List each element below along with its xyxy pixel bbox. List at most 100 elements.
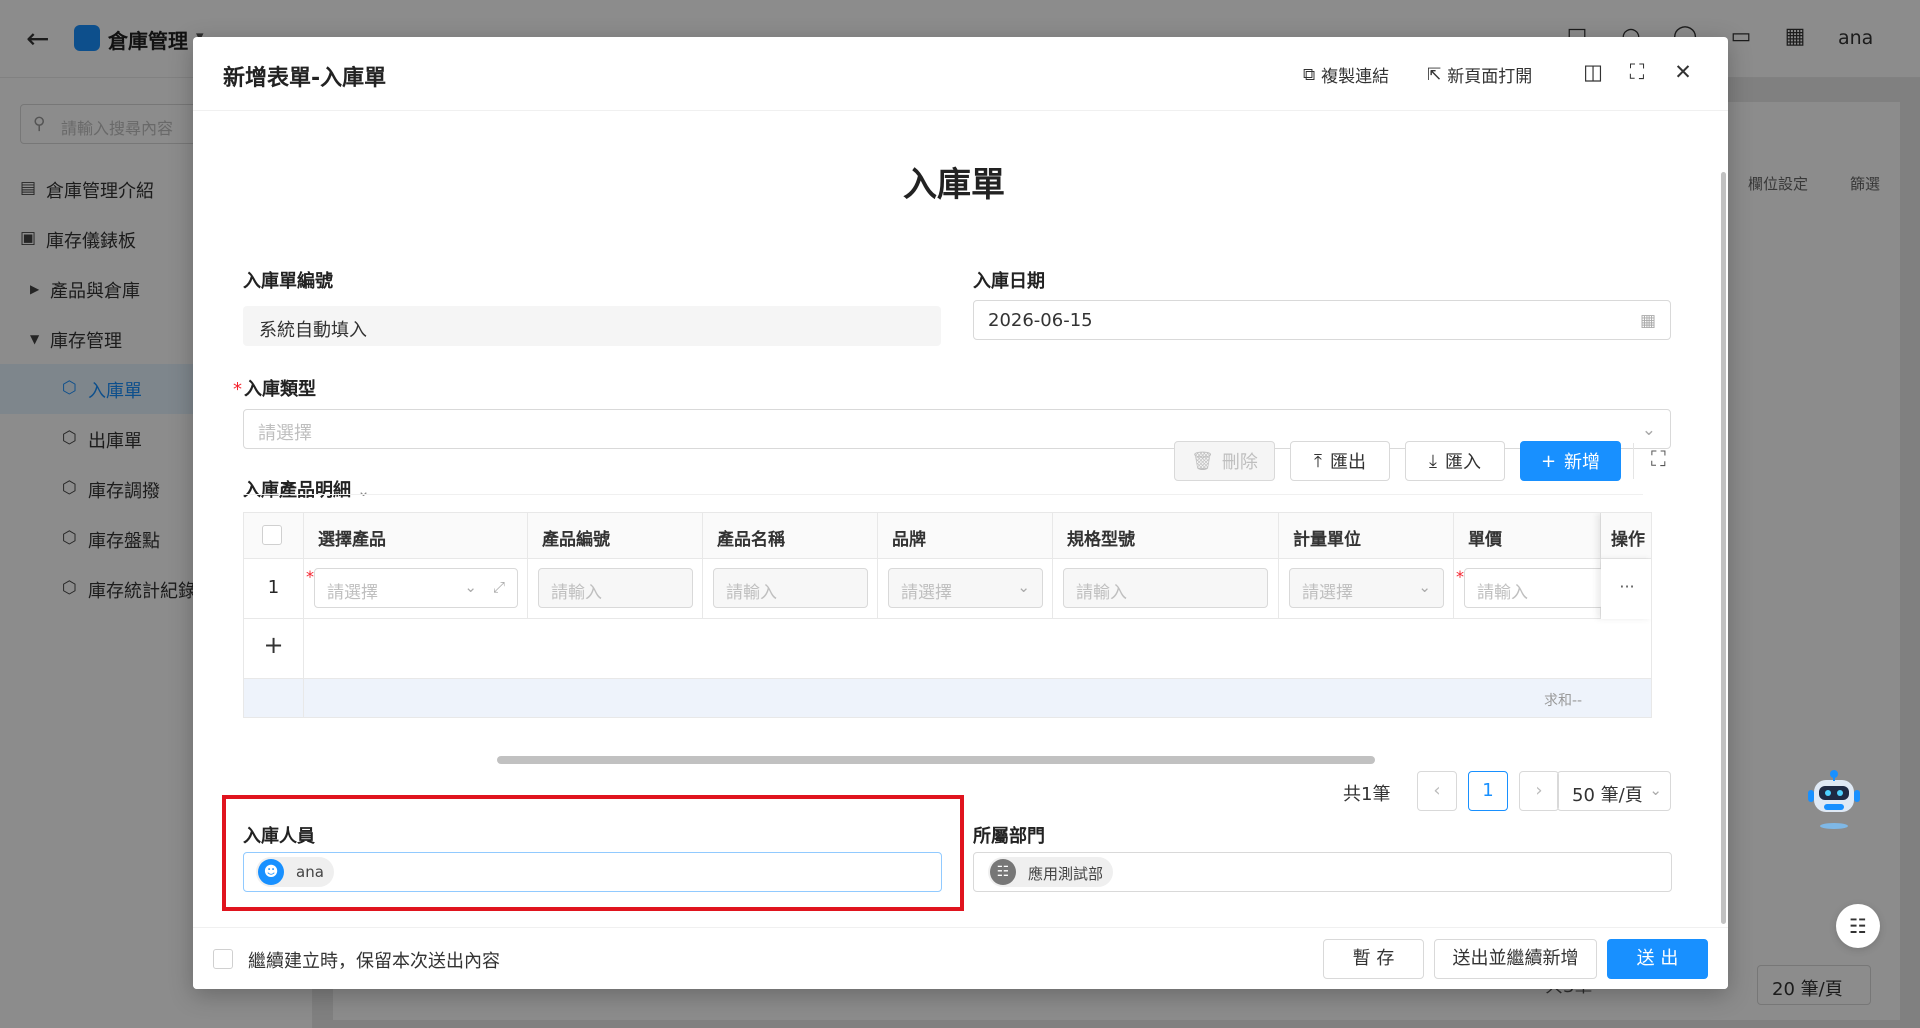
submit-button[interactable]: 送 出 xyxy=(1607,939,1708,979)
chevron-down-icon: ⌄ xyxy=(1641,420,1656,440)
modal-footer: 繼續建立時，保留本次送出內容 暫 存 送出並繼續新增 送 出 xyxy=(193,927,1728,989)
receipt-number-label: 入庫單編號 xyxy=(243,271,333,292)
delete-label: 刪除 xyxy=(1221,452,1258,473)
cell-price: * 請輸入 xyxy=(1454,559,1604,619)
col-spec: 規格型號 xyxy=(1053,513,1279,559)
unit-placeholder: 請選擇 xyxy=(1302,583,1353,603)
side-panel-icon[interactable]: ◫ xyxy=(1581,60,1605,84)
upload-icon: ⤒ xyxy=(1314,450,1322,472)
department-picker[interactable]: ☷ 應用測試部 xyxy=(973,852,1672,892)
row-index: 1 xyxy=(244,559,304,619)
create-form-modal: 新增表單-入庫單 ⧉ 複製連結 ⇱ 新頁面打開 ◫ ⛶ ✕ 入庫單 入庫單編號 … xyxy=(193,37,1728,989)
select-all-checkbox[interactable] xyxy=(262,525,282,545)
col-brand: 品牌 xyxy=(878,513,1053,559)
modal-title: 新增表單-入庫單 xyxy=(223,66,387,91)
form-title: 入庫單 xyxy=(903,165,1005,205)
department-tag: ☷ 應用測試部 xyxy=(988,857,1114,887)
org-chart-icon: ☷ xyxy=(990,859,1016,885)
col-select-product: 選擇產品 xyxy=(304,513,528,559)
col-unit: 計量單位 xyxy=(1279,513,1454,559)
chevron-down-icon: ⌄ xyxy=(1017,578,1030,596)
cell-name: 請輸入 xyxy=(703,559,878,619)
delete-button[interactable]: 🗑 刪除 xyxy=(1174,441,1275,481)
table-row: 1 * 請選擇 ⌄ ⤢ 請輸入 請輸入 請選擇 ⌄ 請輸入 請選擇 ⌄ * 請輸… xyxy=(244,559,1651,619)
expand-icon[interactable]: ⤢ xyxy=(493,578,505,596)
spec-input[interactable]: 請輸入 xyxy=(1063,568,1268,608)
page-size-select[interactable]: 50 筆/頁 ⌄ xyxy=(1557,771,1671,811)
modal-vertical-scrollbar[interactable] xyxy=(1721,172,1726,924)
product-placeholder: 請選擇 xyxy=(327,583,378,603)
plus-icon: + xyxy=(1540,450,1557,472)
receipt-type-placeholder: 請選擇 xyxy=(258,423,312,444)
product-code-input[interactable]: 請輸入 xyxy=(538,568,693,608)
prev-page-button[interactable]: ‹ xyxy=(1417,771,1457,811)
external-link-icon: ⇱ xyxy=(1427,64,1442,85)
submit-continue-button[interactable]: 送出並繼續新增 xyxy=(1434,939,1597,979)
cell-brand: 請選擇 ⌄ xyxy=(878,559,1053,619)
brand-select[interactable]: 請選擇 ⌄ xyxy=(888,568,1043,608)
col-product-name: 產品名稱 xyxy=(703,513,878,559)
sum-label: 求和-- xyxy=(1544,693,1583,709)
required-mark: * xyxy=(306,567,314,586)
help-doc-icon[interactable]: ☷ xyxy=(1836,904,1880,948)
keep-content-checkbox[interactable] xyxy=(213,949,233,969)
assistant-robot-icon[interactable] xyxy=(1806,766,1862,830)
detail-section-toggle[interactable]: 入庫產品明細 ⌄ xyxy=(243,476,370,502)
department-name: 應用測試部 xyxy=(1028,865,1104,883)
receipt-date-label: 入庫日期 xyxy=(973,271,1045,292)
import-label: 匯入 xyxy=(1444,452,1481,473)
receipt-number-field: 系統自動填入 xyxy=(243,306,941,346)
pager-total: 共1筆 xyxy=(1343,784,1391,805)
inline-add-row-button[interactable]: + xyxy=(244,619,304,679)
keep-content-label: 繼續建立時，保留本次送出內容 xyxy=(248,951,500,972)
cell-code: 請輸入 xyxy=(528,559,703,619)
department-label: 所屬部門 xyxy=(973,826,1045,847)
add-row-line: + xyxy=(244,619,1651,679)
open-new-page-button[interactable]: ⇱ 新頁面打開 xyxy=(1427,62,1533,88)
add-row-button[interactable]: + 新增 xyxy=(1520,441,1621,481)
open-new-page-label: 新頁面打開 xyxy=(1447,67,1533,87)
table-fullscreen-icon[interactable]: ⛶ xyxy=(1651,447,1666,472)
fullscreen-icon[interactable]: ⛶ xyxy=(1625,60,1649,85)
page-number-button[interactable]: 1 xyxy=(1468,771,1508,811)
chevron-down-icon: ⌄ xyxy=(1418,578,1431,596)
unit-select[interactable]: 請選擇 ⌄ xyxy=(1289,568,1444,608)
detail-section-title: 入庫產品明細 xyxy=(243,480,351,501)
trash-icon: 🗑 xyxy=(1191,450,1214,472)
detail-table: 選擇產品 產品編號 產品名稱 品牌 規格型號 計量單位 單價 操作 1 * 請選… xyxy=(243,512,1652,718)
price-input[interactable]: 請輸入 xyxy=(1464,568,1604,608)
summary-row: 求和-- xyxy=(244,679,1651,717)
export-button[interactable]: ⤒ 匯出 xyxy=(1290,441,1390,481)
brand-placeholder: 請選擇 xyxy=(901,583,952,603)
close-icon[interactable]: ✕ xyxy=(1671,60,1695,84)
page-size-value: 50 筆/頁 xyxy=(1572,785,1643,806)
download-icon: ⤓ xyxy=(1429,450,1437,472)
required-mark: * xyxy=(1456,567,1464,586)
receipt-date-picker[interactable]: 2026-06-15 ▦ xyxy=(973,300,1671,340)
modal-header: 新增表單-入庫單 ⧉ 複製連結 ⇱ 新頁面打開 ◫ ⛶ ✕ xyxy=(193,37,1728,111)
toolbar-divider xyxy=(1633,443,1634,479)
cell-unit: 請選擇 ⌄ xyxy=(1279,559,1454,619)
header-select-cell xyxy=(244,513,304,559)
table-horizontal-scrollbar[interactable] xyxy=(497,756,1375,764)
export-label: 匯出 xyxy=(1329,452,1366,473)
copy-link-button[interactable]: ⧉ 複製連結 xyxy=(1303,62,1390,88)
required-mark: * xyxy=(233,379,242,400)
section-divider xyxy=(243,494,1643,495)
import-button[interactable]: ⤓ 匯入 xyxy=(1405,441,1505,481)
col-product-code: 產品編號 xyxy=(528,513,703,559)
row-more-actions[interactable]: ··· xyxy=(1601,559,1651,619)
cell-product: * 請選擇 ⌄ ⤢ xyxy=(304,559,528,619)
copy-link-label: 複製連結 xyxy=(1321,67,1390,87)
product-name-input[interactable]: 請輸入 xyxy=(713,568,868,608)
chevron-down-icon: ⌄ xyxy=(1649,781,1662,799)
receipt-type-label-text: 入庫類型 xyxy=(244,379,316,400)
chevron-down-icon: ⌄ xyxy=(357,482,370,500)
col-actions: 操作 xyxy=(1601,513,1651,559)
summary-index-cell xyxy=(244,679,304,717)
col-price: 單價 xyxy=(1454,513,1601,559)
next-page-button[interactable]: › xyxy=(1519,771,1559,811)
save-draft-button[interactable]: 暫 存 xyxy=(1323,939,1424,979)
product-select[interactable]: 請選擇 ⌄ ⤢ xyxy=(314,568,518,608)
table-header: 選擇產品 產品編號 產品名稱 品牌 規格型號 計量單位 單價 操作 xyxy=(244,513,1651,559)
